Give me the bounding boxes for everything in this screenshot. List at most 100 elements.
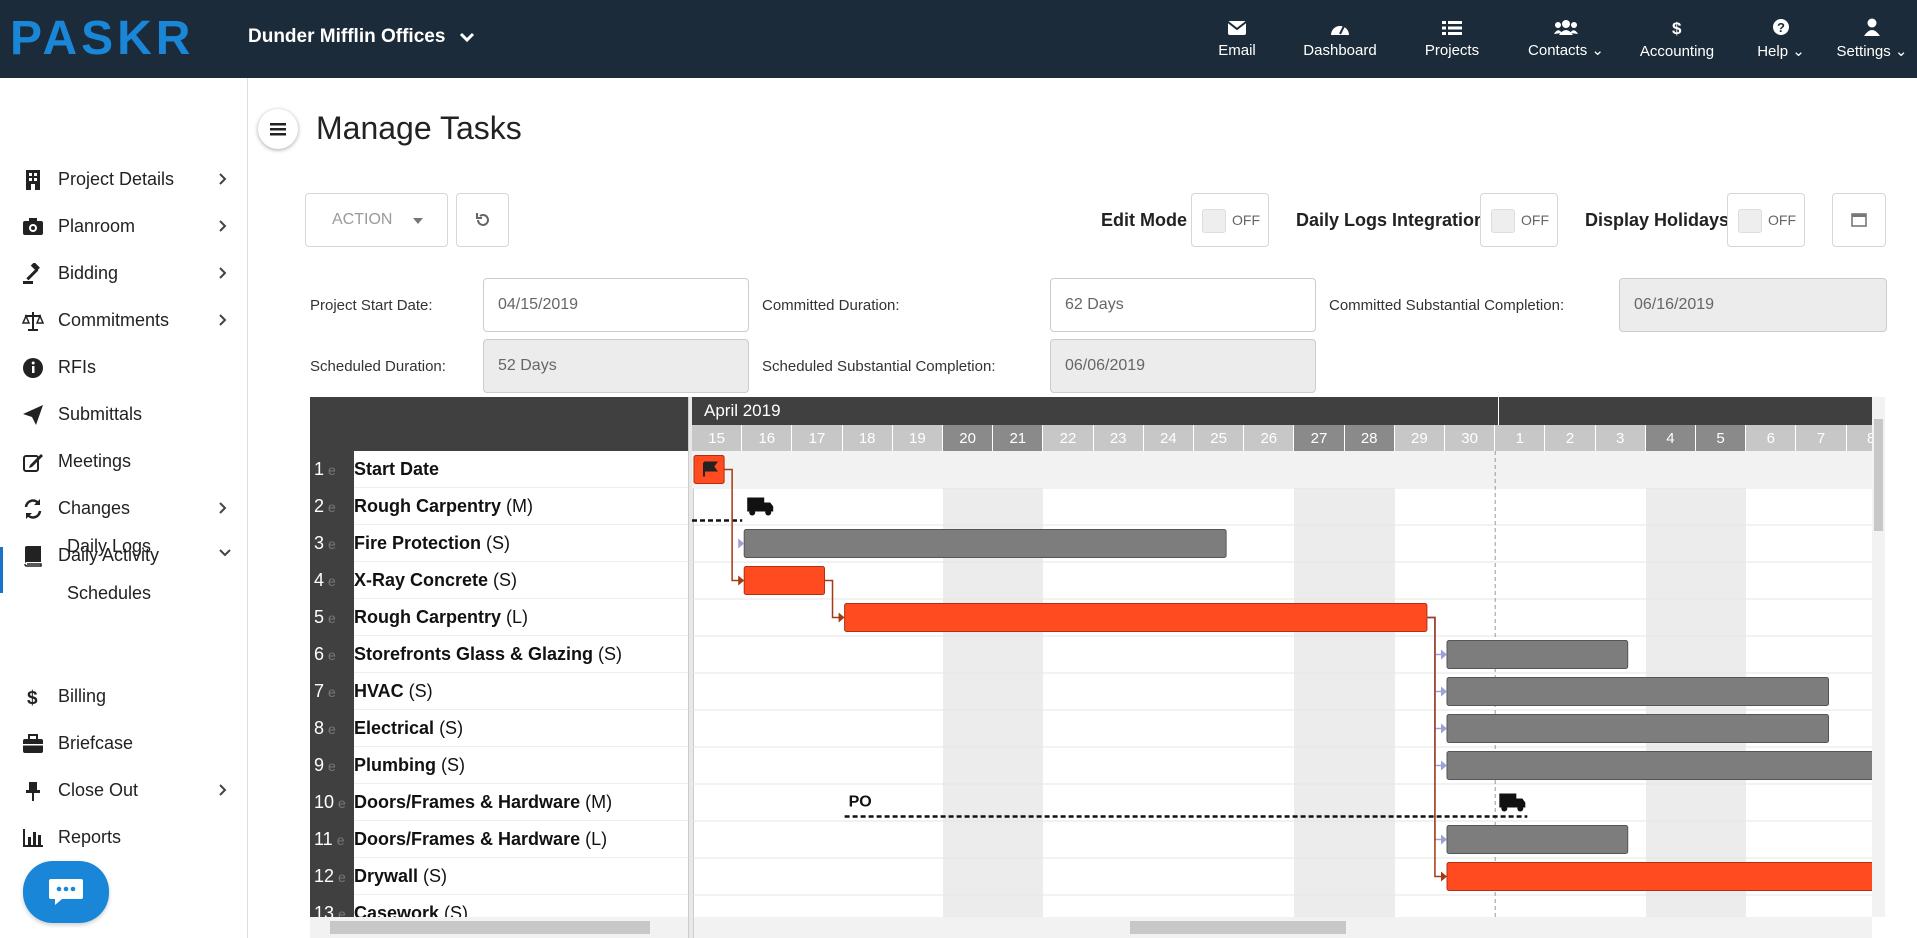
task-bar[interactable] xyxy=(1446,751,1872,780)
po-label: PO xyxy=(849,794,872,811)
sidebar-item-planroom[interactable]: Planroom xyxy=(0,204,248,248)
users-icon xyxy=(1554,20,1578,35)
task-name-text: Electrical xyxy=(354,717,435,738)
sidebar-item-close-out[interactable]: Close Out xyxy=(0,768,248,812)
task-type: (S) xyxy=(439,717,464,738)
sidebar-item-bidding[interactable]: Bidding xyxy=(0,251,248,295)
task-name[interactable]: Rough Carpentry (M) xyxy=(354,488,688,525)
task-type: (S) xyxy=(408,680,433,701)
task-name[interactable]: Drywall (S) xyxy=(354,858,688,895)
nav-email[interactable]: Email xyxy=(1210,0,1264,78)
row-number: 6e xyxy=(310,636,354,673)
page-title: Manage Tasks xyxy=(316,110,522,146)
task-grid-header xyxy=(310,397,692,451)
sidebar-item-reports[interactable]: Reports xyxy=(0,815,248,859)
row-edit-marker[interactable]: e xyxy=(328,462,336,478)
project-start-date-field[interactable]: 04/15/2019 xyxy=(483,278,749,332)
row-edit-marker[interactable]: e xyxy=(337,832,345,848)
row-edit-marker[interactable]: e xyxy=(328,536,336,552)
nav-dashboard[interactable]: Dashboard xyxy=(1298,0,1382,78)
scroll-thumb[interactable] xyxy=(1874,419,1883,531)
task-name[interactable]: X-Ray Concrete (S) xyxy=(354,562,688,599)
row-number: 10 e xyxy=(310,784,354,821)
daily-logs-integration-toggle[interactable]: OFF xyxy=(1480,193,1558,247)
chat-button[interactable] xyxy=(23,861,109,923)
chevron-right-icon xyxy=(219,173,227,185)
pin-icon xyxy=(22,780,44,802)
fullscreen-button[interactable] xyxy=(1832,193,1886,247)
row-number-text: 9 xyxy=(314,755,325,775)
committed-duration-field[interactable]: 62 Days xyxy=(1050,278,1316,332)
chevron-right-icon xyxy=(219,502,227,514)
sidebar-subitem-schedules[interactable]: Schedules xyxy=(0,571,248,615)
toggle-knob xyxy=(1491,209,1515,233)
sidebar-item-briefcase[interactable]: Briefcase xyxy=(0,721,248,765)
sidebar-item-label: Changes xyxy=(58,497,131,518)
grid-horizontal-scrollbar[interactable] xyxy=(310,917,688,938)
undo-button[interactable] xyxy=(456,193,509,247)
task-bar[interactable] xyxy=(1446,640,1629,669)
scroll-thumb[interactable] xyxy=(330,921,650,934)
row-edit-marker[interactable]: e xyxy=(328,647,336,663)
task-bar[interactable] xyxy=(1446,677,1830,706)
row-edit-marker[interactable]: e xyxy=(338,869,346,885)
task-name[interactable]: HVAC (S) xyxy=(354,673,688,710)
vertical-scrollbar[interactable] xyxy=(1872,397,1885,917)
sidebar-item-rfis[interactable]: RFIs xyxy=(0,345,248,389)
timeline-horizontal-scrollbar[interactable] xyxy=(694,917,1872,938)
row-edit-marker[interactable]: e xyxy=(328,573,336,589)
task-bar[interactable] xyxy=(844,603,1428,632)
nav-settings[interactable]: Settings ⌄ xyxy=(1836,0,1908,78)
truck-wheel xyxy=(1517,805,1524,812)
task-name[interactable]: Storefronts Glass & Glazing (S) xyxy=(354,636,688,673)
nav-help[interactable]: ? Help ⌄ xyxy=(1756,0,1806,78)
caret-down-icon xyxy=(413,218,423,224)
task-type: (M) xyxy=(585,791,613,812)
briefcase-icon xyxy=(22,733,44,755)
action-dropdown[interactable]: ACTION xyxy=(305,193,448,247)
display-holidays-toggle[interactable]: OFF xyxy=(1727,193,1805,247)
nav-accounting[interactable]: $ Accounting xyxy=(1634,0,1720,78)
task-name[interactable]: Electrical (S) xyxy=(354,710,688,747)
sidebar-subitem-daily-logs[interactable]: Daily Logs xyxy=(0,524,248,568)
task-name[interactable]: Start Date xyxy=(354,451,688,488)
task-type: (S) xyxy=(441,754,465,775)
nav-contacts[interactable]: Contacts ⌄ xyxy=(1524,0,1608,78)
task-name-text: Start Date xyxy=(354,458,440,479)
nav-projects[interactable]: Projects xyxy=(1418,0,1486,78)
task-bar[interactable] xyxy=(1446,862,1872,891)
task-bar[interactable] xyxy=(1446,714,1830,743)
task-name[interactable]: Rough Carpentry (L) xyxy=(354,599,688,636)
dependency-arrow xyxy=(1441,834,1447,845)
sidebar-item-submittals[interactable]: Submittals xyxy=(0,392,248,436)
scroll-thumb[interactable] xyxy=(1130,921,1346,934)
task-bar[interactable] xyxy=(743,529,1227,558)
sidebar-toggle-button[interactable] xyxy=(258,109,298,149)
sidebar-item-label: RFIs xyxy=(58,356,96,377)
row-edit-marker[interactable]: e xyxy=(338,795,346,811)
task-name[interactable]: Doors/Frames & Hardware (L) xyxy=(354,821,688,858)
row-edit-marker[interactable]: e xyxy=(328,684,336,700)
row-edit-marker[interactable]: e xyxy=(328,610,336,626)
sidebar-item-billing[interactable]: $ Billing xyxy=(0,674,248,718)
edit-mode-label: Edit Mode xyxy=(1101,210,1187,230)
row-edit-marker[interactable]: e xyxy=(328,499,336,515)
row-edit-marker[interactable]: e xyxy=(328,758,336,774)
sidebar-item-commitments[interactable]: Commitments xyxy=(0,298,248,342)
row-edit-marker[interactable]: e xyxy=(328,721,336,737)
task-type: (S) xyxy=(493,569,518,590)
task-name[interactable]: Plumbing (S) xyxy=(354,747,688,784)
task-bar[interactable] xyxy=(743,566,826,595)
row-number-text: 11 xyxy=(314,829,333,849)
sidebar-item-project-details[interactable]: Project Details xyxy=(0,157,248,201)
task-type: (L) xyxy=(585,828,608,849)
sidebar-item-meetings[interactable]: Meetings xyxy=(0,439,248,483)
task-bar[interactable] xyxy=(1446,825,1629,854)
company-selector[interactable]: Dunder Mifflin Offices xyxy=(248,26,475,48)
task-name[interactable]: Fire Protection (S) xyxy=(354,525,688,562)
paskr-logo[interactable]: PASKR xyxy=(8,12,218,62)
task-name[interactable]: Doors/Frames & Hardware (M) xyxy=(354,784,688,821)
dependency-arrow xyxy=(738,575,745,586)
edit-mode-toggle[interactable]: OFF xyxy=(1191,193,1269,247)
svg-text:?: ? xyxy=(1777,20,1785,35)
